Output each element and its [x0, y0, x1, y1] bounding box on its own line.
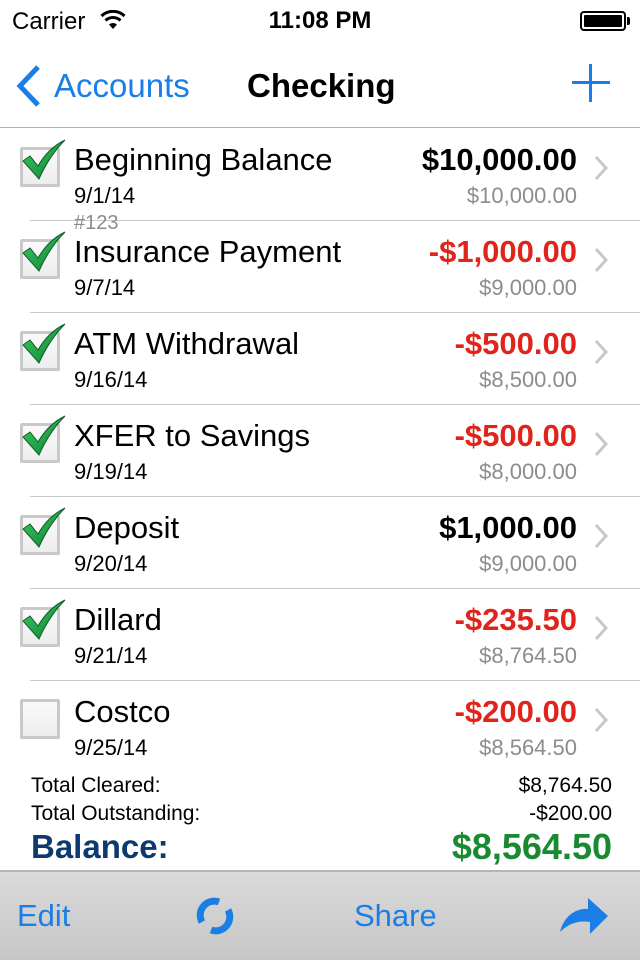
- refresh-icon: [196, 897, 234, 935]
- running-balance: $9,000.00: [479, 275, 577, 300]
- transaction-row-3[interactable]: ATM Withdrawal 9/16/14 -$500.00 $8,500.0…: [0, 313, 640, 405]
- transaction-date: 9/25/14: [74, 735, 148, 760]
- forward-button[interactable]: [556, 872, 612, 960]
- share-button[interactable]: Share: [354, 872, 437, 960]
- back-button-label: Accounts: [54, 67, 190, 104]
- transaction-amount: -$1,000.00: [428, 234, 577, 269]
- back-button[interactable]: Accounts: [14, 64, 190, 108]
- transaction-date: 9/1/14: [74, 183, 136, 208]
- transaction-amount: -$500.00: [454, 418, 577, 453]
- transaction-row-6[interactable]: Dillard 9/21/14 -$235.50 $8,764.50: [0, 589, 640, 681]
- disclosure-chevron-icon: [594, 155, 608, 181]
- running-balance: $8,500.00: [479, 367, 577, 392]
- checkmark-icon: [22, 415, 66, 456]
- disclosure-chevron-icon: [594, 615, 608, 641]
- forward-arrow-icon: [560, 898, 608, 934]
- page-title: Checking: [247, 67, 396, 104]
- balance-value: $8,564.50: [451, 826, 612, 867]
- disclosure-chevron-icon: [594, 247, 608, 273]
- totals-summary: Total Cleared: $8,764.50 Total Outstandi…: [0, 766, 640, 872]
- add-transaction-button[interactable]: [570, 62, 612, 104]
- disclosure-chevron-icon: [594, 431, 608, 457]
- total-cleared-value: $8,764.50: [518, 774, 612, 797]
- transaction-row-5[interactable]: Deposit 9/20/14 $1,000.00 $9,000.00: [0, 497, 640, 589]
- total-outstanding-value: -$200.00: [529, 802, 612, 825]
- disclosure-chevron-icon: [594, 707, 608, 733]
- checkmark-icon: [22, 507, 66, 548]
- transaction-name: ATM Withdrawal: [74, 326, 300, 361]
- back-chevron-icon: [16, 65, 40, 107]
- balance-label: Balance:: [31, 828, 169, 865]
- running-balance: $8,564.50: [479, 735, 577, 760]
- running-balance: $8,000.00: [479, 459, 577, 484]
- transaction-name: Costco: [74, 694, 171, 729]
- total-cleared-label: Total Cleared:: [31, 774, 161, 797]
- transaction-amount: -$235.50: [454, 602, 577, 637]
- transaction-name: Beginning Balance: [74, 142, 333, 177]
- navigation-bar: Accounts Checking: [0, 40, 640, 128]
- status-bar: Carrier 11:08 PM: [0, 0, 640, 40]
- edit-button[interactable]: Edit: [17, 872, 70, 960]
- transaction-amount: -$500.00: [454, 326, 577, 361]
- transaction-date: 9/21/14: [74, 643, 148, 668]
- edit-button-label: Edit: [17, 898, 71, 933]
- running-balance: $8,764.50: [479, 643, 577, 668]
- share-button-label: Share: [354, 898, 437, 933]
- refresh-button[interactable]: [190, 872, 240, 960]
- bottom-toolbar: Edit Share: [0, 872, 640, 960]
- transaction-row-4[interactable]: XFER to Savings 9/19/14 -$500.00 $8,000.…: [0, 405, 640, 497]
- disclosure-chevron-icon: [594, 339, 608, 365]
- transaction-amount: -$200.00: [454, 694, 577, 729]
- transaction-name: Deposit: [74, 510, 180, 545]
- cleared-checkbox[interactable]: [20, 699, 60, 739]
- disclosure-chevron-icon: [594, 523, 608, 549]
- total-outstanding-label: Total Outstanding:: [31, 802, 201, 825]
- transaction-name: XFER to Savings: [74, 418, 311, 453]
- transaction-amount: $10,000.00: [421, 142, 577, 177]
- transaction-date: 9/16/14: [74, 367, 148, 392]
- battery-tip: [627, 17, 630, 25]
- battery-icon: [580, 11, 626, 31]
- transaction-name: Insurance Payment: [74, 234, 342, 269]
- transaction-list: Beginning Balance 9/1/14 $10,000.00 $10,…: [0, 129, 640, 773]
- transaction-row-2[interactable]: #123 Insurance Payment 9/7/14 -$1,000.00…: [0, 212, 640, 313]
- checkmark-icon: [22, 599, 66, 640]
- clock: 11:08 PM: [268, 7, 372, 34]
- transaction-name: Dillard: [74, 602, 162, 637]
- transaction-row-1[interactable]: Beginning Balance 9/1/14 $10,000.00 $10,…: [0, 129, 640, 221]
- checkmark-icon: [22, 139, 66, 180]
- running-balance: $9,000.00: [479, 551, 577, 576]
- transaction-row-7[interactable]: Costco 9/25/14 -$200.00 $8,564.50: [0, 681, 640, 773]
- checkmark-icon: [22, 323, 66, 364]
- transaction-date: 9/20/14: [74, 551, 148, 576]
- check-number: #123: [74, 212, 119, 234]
- running-balance: $10,000.00: [466, 183, 577, 208]
- transaction-date: 9/7/14: [74, 275, 136, 300]
- transaction-amount: $1,000.00: [439, 510, 577, 545]
- checkmark-icon: [22, 231, 66, 272]
- transaction-date: 9/19/14: [74, 459, 148, 484]
